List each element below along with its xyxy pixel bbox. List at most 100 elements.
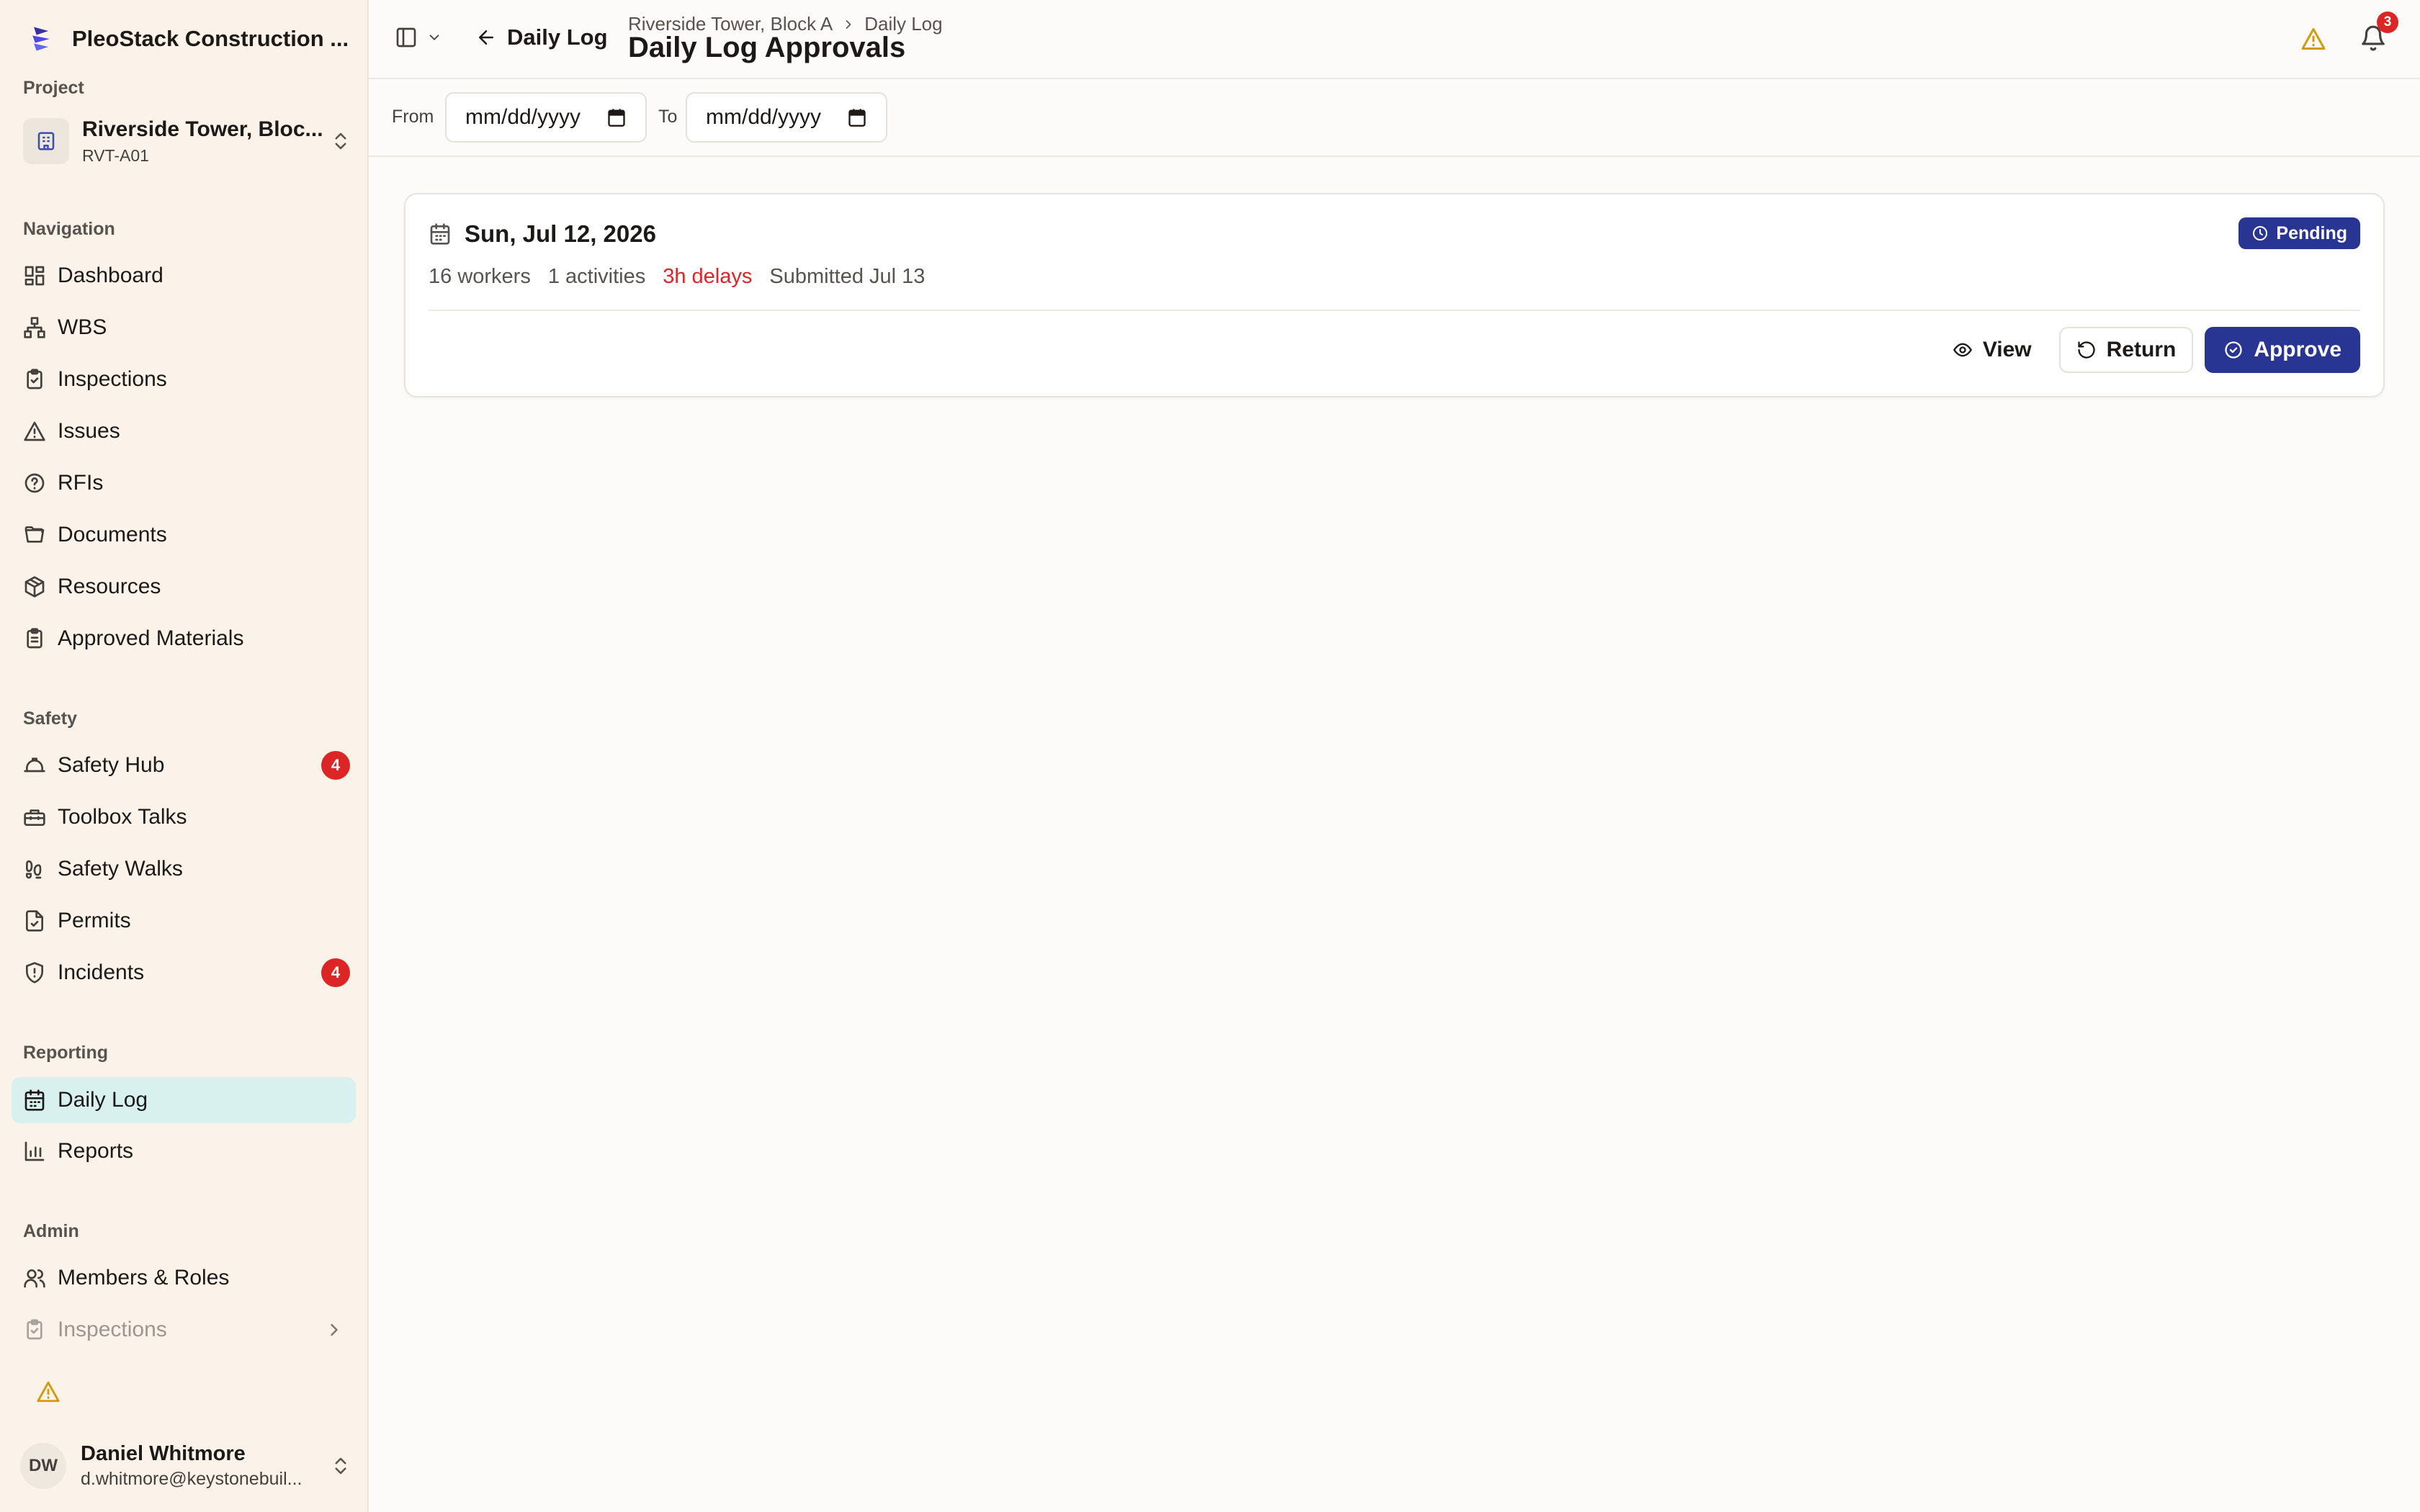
sidebar: PleoStack Construction ... Project River… [0,0,369,1512]
warning-triangle-icon [24,421,45,441]
chevron-right-icon [331,1323,338,1336]
return-label: Return [2106,338,2177,361]
from-label: From [392,107,434,127]
sidebar-item-members-roles[interactable]: Members & Roles [12,1255,356,1301]
daily-log-card: Sun, Jul 12, 2026 Pending 16 workers 1 a… [404,193,2385,397]
calendar-icon [430,223,450,245]
sidebar-item-label: Dashboard [58,264,163,287]
user-name: Daniel Whitmore [81,1442,246,1465]
toolbox-icon [24,809,45,826]
sidebar-item-label: Daily Log [58,1088,148,1112]
back-label: Daily Log [507,24,608,50]
sidebar-item-toolbox-talks[interactable]: Toolbox Talks [12,794,356,840]
page-title: Daily Log Approvals [628,32,906,63]
date-filter-bar: From mm/dd/yyyy To mm/dd/yyyy [369,79,2420,157]
warning-icon[interactable] [2300,26,2326,52]
sidebar-item-label: WBS [58,315,107,339]
sidebar-item-safety-walks[interactable]: Safety Walks [12,846,356,892]
activities-count: 1 activities [547,265,646,288]
user-menu[interactable]: DW Daniel Whitmore d.whitmore@keystonebu… [20,1437,351,1495]
view-label: View [1982,338,2032,361]
chevrons-up-down-icon [335,132,346,150]
sidebar-item-daily-log[interactable]: Daily Log [12,1077,356,1123]
approve-label: Approve [2254,338,2341,361]
eye-icon [1953,343,1972,357]
project-switcher[interactable]: Riverside Tower, Bloc... RVT-A01 [23,112,351,170]
sidebar-item-incidents[interactable]: Incidents 4 [12,950,356,996]
warning-icon[interactable] [36,1380,60,1404]
clipboard-check-icon [27,369,42,390]
sidebar-item-rfis[interactable]: RFIs [12,460,356,506]
to-date-value: mm/dd/yyyy [706,105,822,129]
approve-button[interactable]: Approve [2205,327,2360,373]
project-name: Riverside Tower, Bloc... [82,117,323,141]
sidebar-item-wbs[interactable]: WBS [12,305,356,351]
safety-section-label: Safety [23,708,78,729]
to-date-input[interactable]: mm/dd/yyyy [686,92,887,143]
sidebar-item-approved-materials[interactable]: Approved Materials [12,616,356,662]
folder-icon [24,526,45,543]
notification-count-badge: 3 [2377,12,2398,33]
log-date: Sun, Jul 12, 2026 [429,220,656,248]
sidebar-item-resources[interactable]: Resources [12,564,356,610]
sidebar-item-label: Inspections [58,367,167,391]
submitted-date: Submitted Jul 13 [769,265,926,288]
sidebar-item-label: Safety Walks [58,857,183,881]
sidebar-item-safety-hub[interactable]: Safety Hub 4 [12,742,356,788]
admin-section-label: Admin [23,1221,79,1241]
sidebar-item-inspections[interactable]: Inspections [12,356,356,402]
return-button[interactable]: Return [2058,327,2194,373]
back-button[interactable]: Daily Log [475,24,608,50]
sidebar-item-label: Approved Materials [58,626,244,650]
chevrons-up-down-icon [335,1457,346,1475]
log-date-text: Sun, Jul 12, 2026 [465,220,656,247]
sidebar-toggle-button[interactable] [395,26,442,49]
reporting-section-label: Reporting [23,1043,109,1063]
from-date-value: mm/dd/yyyy [465,105,581,129]
brand-name: PleoStack Construction ... [72,26,349,51]
clipboard-list-icon [27,628,42,649]
sidebar-item-label: Documents [58,523,167,546]
panel-left-icon [396,27,416,48]
sidebar-item-label: Safety Hub [58,753,165,777]
file-check-icon [26,910,43,932]
safety-hub-count-badge: 4 [321,751,350,780]
shield-alert-icon [26,962,43,984]
delays-value: 3h delays [663,265,753,288]
sidebar-item-label: Toolbox Talks [58,805,187,829]
clipboard-check-icon [27,1319,42,1340]
chevron-right-icon [846,19,851,29]
calendar-icon [24,1089,45,1111]
calendar-icon[interactable] [847,107,867,127]
arrow-left-icon [479,30,493,45]
sidebar-item-reports[interactable]: Reports [12,1128,356,1174]
workers-count: 16 workers [429,265,531,288]
sidebar-item-label: Issues [58,419,120,443]
calendar-icon[interactable] [606,107,627,127]
sidebar-item-dashboard[interactable]: Dashboard [12,253,356,299]
sidebar-item-label: Incidents [58,960,145,984]
divider [429,310,2360,311]
brand-logo-icon [32,27,50,51]
hierarchy-icon [24,317,45,338]
sidebar-item-permits[interactable]: Permits [12,898,356,944]
status-text: Pending [2276,222,2347,243]
sidebar-item-label: Resources [58,575,161,598]
users-icon [24,1269,45,1288]
sidebar-item-label: Permits [58,909,131,932]
dashboard-icon [24,266,45,286]
sidebar-item-admin-inspections[interactable]: Inspections [12,1307,356,1353]
hard-hat-icon [24,757,45,773]
package-icon [24,576,45,598]
log-summary: 16 workers 1 activities 3h delays Submit… [429,265,925,289]
view-button[interactable]: View [1937,327,2048,373]
sidebar-item-issues[interactable]: Issues [12,408,356,454]
incidents-count-badge: 4 [321,958,350,987]
sidebar-item-documents[interactable]: Documents [12,512,356,558]
sidebar-item-label: RFIs [58,471,104,495]
chevron-down-icon [429,35,439,40]
check-circle-icon [2225,341,2242,359]
log-actions: View Return Approve [1937,327,2360,373]
brand[interactable]: PleoStack Construction ... [26,20,349,58]
from-date-input[interactable]: mm/dd/yyyy [445,92,647,143]
